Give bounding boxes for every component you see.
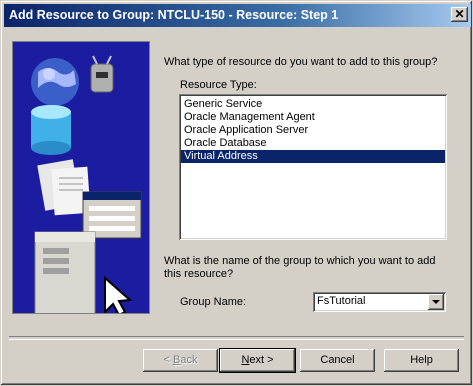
next-rest: ext >	[249, 354, 274, 366]
list-item[interactable]: Oracle Application Server	[181, 124, 445, 137]
close-icon[interactable]: ✕	[451, 7, 468, 22]
cancel-button[interactable]: Cancel	[300, 349, 375, 372]
wizard-illustration	[12, 41, 150, 314]
list-item[interactable]: Oracle Management Agent	[181, 111, 445, 124]
group-name-label: Group Name:	[180, 296, 247, 308]
list-item[interactable]: Virtual Address	[181, 150, 445, 163]
list-item[interactable]: Oracle Database	[181, 137, 445, 150]
network-illustration-icon	[13, 42, 149, 313]
title-bar[interactable]: Add Resource to Group: NTCLU-150 - Resou…	[4, 4, 471, 27]
group-name-value: FsTutorial	[317, 295, 366, 307]
chevron-down-icon[interactable]	[428, 294, 444, 310]
dialog-window: Add Resource to Group: NTCLU-150 - Resou…	[0, 0, 473, 386]
back-rest: ack	[180, 354, 198, 366]
group-name-dropdown[interactable]: FsTutorial	[313, 292, 446, 312]
resource-type-list: Generic Service Oracle Management Agent Or…	[181, 98, 445, 163]
back-prefix: <	[163, 354, 173, 366]
separator	[9, 336, 464, 340]
resource-type-label: Resource Type:	[180, 79, 257, 91]
window-title: Add Resource to Group: NTCLU-150 - Resou…	[9, 8, 339, 22]
group-name-question: What is the name of the group to which y…	[164, 255, 436, 280]
resource-type-question: What type of resource do you want to add…	[164, 56, 438, 68]
back-button[interactable]: < Back	[143, 349, 218, 372]
resource-type-listbox[interactable]: Generic Service Oracle Management Agent Or…	[179, 94, 447, 240]
next-button[interactable]: Next >	[220, 349, 295, 372]
help-button[interactable]: Help	[384, 349, 459, 372]
list-item[interactable]: Generic Service	[181, 98, 445, 111]
